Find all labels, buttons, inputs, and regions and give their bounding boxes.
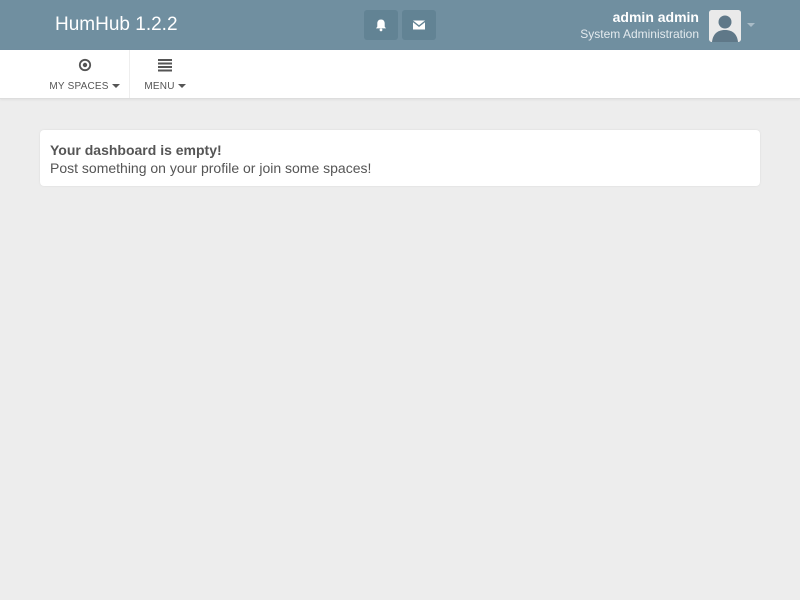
empty-dashboard-message: Post something on your profile or join s… bbox=[50, 160, 372, 176]
dot-circle-icon bbox=[78, 58, 91, 72]
list-lines-icon bbox=[158, 59, 172, 72]
chevron-down-icon[interactable] bbox=[747, 23, 755, 27]
caret-down-icon bbox=[111, 84, 120, 89]
menu-dropdown[interactable]: MENU bbox=[130, 50, 200, 98]
user-name: admin admin bbox=[612, 9, 699, 25]
top-bar: HumHub 1.2.2 admin admin System Administ… bbox=[0, 0, 800, 50]
brand-title[interactable]: HumHub 1.2.2 bbox=[55, 14, 178, 36]
empty-dashboard-panel: Your dashboard is empty! Post something … bbox=[40, 130, 760, 186]
user-silhouette-icon bbox=[709, 10, 741, 42]
my-spaces-dropdown[interactable]: MY SPACES bbox=[40, 50, 130, 98]
menu-label: MENU bbox=[144, 81, 175, 92]
messages-button[interactable] bbox=[402, 10, 436, 40]
user-menu[interactable]: admin admin System Administration bbox=[580, 9, 699, 42]
empty-dashboard-title: Your dashboard is empty! bbox=[50, 142, 222, 158]
envelope-icon bbox=[413, 20, 425, 30]
bell-icon bbox=[376, 19, 386, 32]
avatar[interactable] bbox=[709, 10, 741, 42]
my-spaces-label: MY SPACES bbox=[49, 81, 109, 92]
caret-down-icon bbox=[177, 84, 186, 89]
user-role: System Administration bbox=[580, 27, 699, 41]
space-navigation: MY SPACES MENU bbox=[0, 50, 800, 99]
notifications-button[interactable] bbox=[364, 10, 398, 40]
